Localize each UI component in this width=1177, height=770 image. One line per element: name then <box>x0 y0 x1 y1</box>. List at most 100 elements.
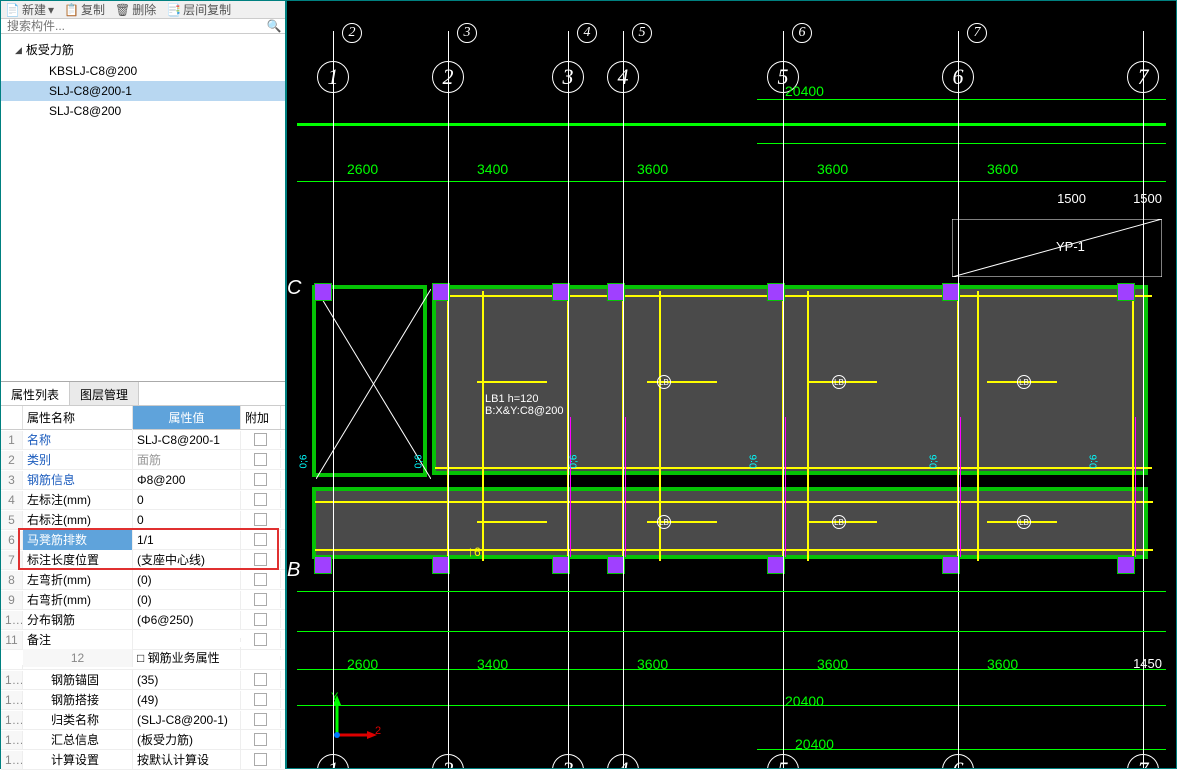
property-checkbox[interactable] <box>241 531 281 548</box>
property-value[interactable]: 0 <box>133 511 241 529</box>
axis-label: C <box>287 277 301 300</box>
slab <box>432 285 1148 475</box>
property-checkbox[interactable] <box>241 551 281 568</box>
tree-item[interactable]: SLJ-C8@200 <box>1 101 285 121</box>
new-button[interactable]: 📄 新建 ▾ <box>5 1 54 18</box>
rebar-label: 0;6 <box>1088 455 1099 469</box>
property-checkbox[interactable] <box>241 471 281 488</box>
property-row[interactable]: 10分布钢筋(Φ6@250) <box>1 610 285 630</box>
tree-root[interactable]: 板受力筋 <box>1 38 285 61</box>
search-icon[interactable]: 🔍 <box>263 19 285 33</box>
opening <box>312 285 427 477</box>
rebar <box>315 549 1153 551</box>
rebar-label: 0;6 <box>568 455 579 469</box>
property-name: 右弯折(mm) <box>23 589 133 610</box>
property-checkbox[interactable] <box>241 691 281 708</box>
property-name: 钢筋信息 <box>23 469 133 490</box>
slab-tag: LB <box>657 515 671 529</box>
property-value[interactable]: 按默认计算设 <box>133 749 241 770</box>
property-checkbox[interactable] <box>241 491 281 508</box>
property-name: 类别 <box>23 449 133 470</box>
tab-layers[interactable]: 图层管理 <box>70 382 139 405</box>
property-row[interactable]: 16 汇总信息(板受力筋) <box>1 730 285 750</box>
property-row[interactable]: 12□ 钢筋业务属性 <box>1 650 285 670</box>
tree-item[interactable]: KBSLJ-C8@200 <box>1 61 285 81</box>
property-value[interactable] <box>241 656 281 660</box>
property-value[interactable]: (0) <box>133 571 241 589</box>
property-value[interactable]: (Φ6@250) <box>133 611 241 629</box>
property-checkbox[interactable] <box>241 631 281 648</box>
slab-tag: LB <box>657 375 671 389</box>
property-checkbox[interactable] <box>241 511 281 528</box>
property-value[interactable]: (49) <box>133 691 241 709</box>
property-name: 分布钢筋 <box>23 609 133 630</box>
property-checkbox[interactable] <box>241 451 281 468</box>
property-value[interactable]: Φ8@200 <box>133 471 241 489</box>
property-checkbox[interactable] <box>241 571 281 588</box>
slab-tag: LB <box>832 515 846 529</box>
property-row[interactable]: 13 钢筋锚固(35) <box>1 670 285 690</box>
col-name: 属性名称 <box>23 406 133 429</box>
column <box>1117 556 1135 574</box>
grid-line <box>333 31 334 768</box>
dim-text: 3400 <box>477 161 508 177</box>
rebar-label: 0;6 <box>413 455 424 469</box>
stirrup <box>960 417 961 557</box>
property-header: 属性名称 属性值 附加 <box>1 406 285 430</box>
property-row[interactable]: 8左弯折(mm)(0) <box>1 570 285 590</box>
grid-line <box>623 31 624 768</box>
grid-line <box>1143 31 1144 768</box>
column <box>1117 283 1135 301</box>
property-value[interactable]: (0) <box>133 591 241 609</box>
property-row[interactable]: 2类别面筋 <box>1 450 285 470</box>
property-checkbox[interactable] <box>241 711 281 728</box>
property-name: 名称 <box>23 429 133 450</box>
stirrup <box>625 417 626 557</box>
property-checkbox[interactable] <box>241 591 281 608</box>
search-input[interactable] <box>1 19 263 33</box>
property-name: 左标注(mm) <box>23 489 133 510</box>
property-checkbox[interactable] <box>241 731 281 748</box>
property-checkbox[interactable] <box>241 751 281 768</box>
property-value[interactable]: 0 <box>133 491 241 509</box>
property-row[interactable]: 3钢筋信息Φ8@200 <box>1 470 285 490</box>
property-value[interactable] <box>133 638 241 642</box>
dim-text: 3600 <box>987 656 1018 672</box>
property-value[interactable]: (板受力筋) <box>133 729 241 750</box>
property-checkbox[interactable] <box>241 671 281 688</box>
delete-button[interactable]: 🗑 删除 <box>115 1 156 18</box>
tab-properties[interactable]: 属性列表 <box>1 382 70 405</box>
property-checkbox[interactable] <box>241 431 281 448</box>
copy-button[interactable]: 📋 复制 <box>64 1 105 18</box>
property-row[interactable]: 6马凳筋排数1/1 <box>1 530 285 550</box>
cad-viewport[interactable]: 1223344556677 20400 26003400360036003600… <box>287 1 1176 768</box>
property-row[interactable]: 9右弯折(mm)(0) <box>1 590 285 610</box>
slab-tag: LB <box>832 375 846 389</box>
dim-text: 3400 <box>477 656 508 672</box>
dim-text: 3600 <box>817 161 848 177</box>
property-value[interactable]: (35) <box>133 671 241 689</box>
property-value[interactable]: (支座中心线) <box>133 549 241 570</box>
grid-line <box>783 31 784 768</box>
layer-copy-button[interactable]: 📑 层间复制 <box>166 1 231 18</box>
property-row[interactable]: 7标注长度位置(支座中心线) <box>1 550 285 570</box>
property-row[interactable]: 14 钢筋搭接(49) <box>1 690 285 710</box>
property-value[interactable]: SLJ-C8@200-1 <box>133 431 241 449</box>
property-checkbox[interactable] <box>241 611 281 628</box>
property-value[interactable]: (SLJ-C8@200-1) <box>133 711 241 729</box>
property-row[interactable]: 15 归类名称(SLJ-C8@200-1) <box>1 710 285 730</box>
col-extra: 附加 <box>241 406 281 429</box>
rebar <box>315 501 1153 503</box>
property-row[interactable]: 5右标注(mm)0 <box>1 510 285 530</box>
property-value[interactable]: 面筋 <box>133 449 241 470</box>
dim-line <box>297 705 1166 706</box>
tree-item[interactable]: SLJ-C8@200-1 <box>1 81 285 101</box>
property-row[interactable]: 17 计算设置按默认计算设 <box>1 750 285 770</box>
property-row[interactable]: 1名称SLJ-C8@200-1 <box>1 430 285 450</box>
property-value[interactable]: 1/1 <box>133 531 241 549</box>
property-row[interactable]: 4左标注(mm)0 <box>1 490 285 510</box>
dim-line <box>297 181 1166 182</box>
rebar <box>1132 291 1134 561</box>
dim-text: 1500 <box>1057 191 1086 206</box>
panel-label: YP-1 <box>1056 239 1085 254</box>
